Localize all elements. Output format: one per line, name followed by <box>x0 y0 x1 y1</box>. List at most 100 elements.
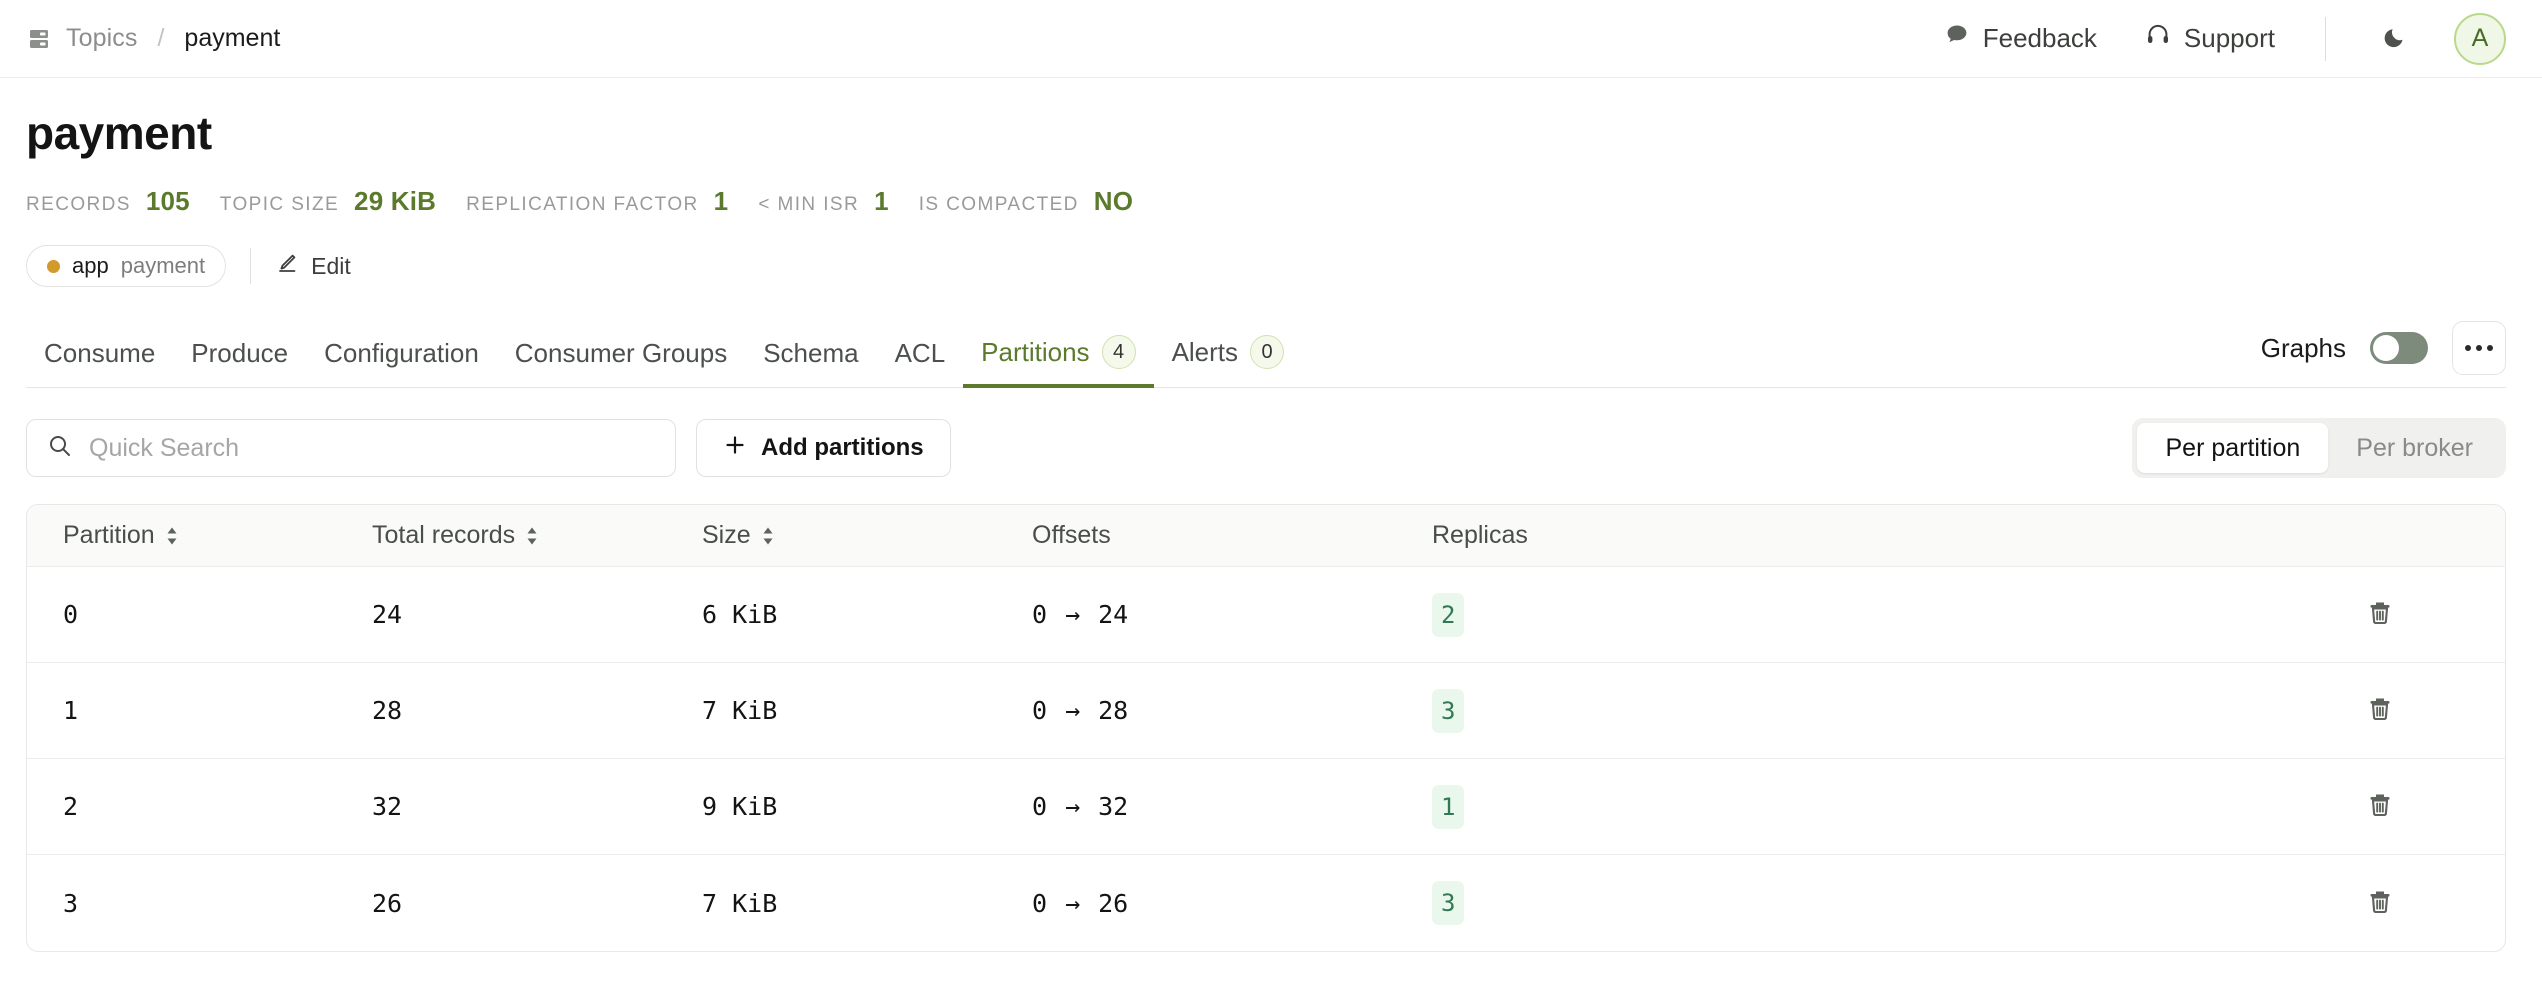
view-mode-switch: Per partition Per broker <box>2132 418 2506 478</box>
tab-alerts[interactable]: Alerts 0 <box>1154 335 1302 387</box>
stat-value: 1 <box>713 186 729 216</box>
partitions-table: Partition Total records Size Offsets Rep… <box>26 504 2506 952</box>
search-icon <box>47 433 73 464</box>
kebab-menu-icon <box>2476 345 2482 351</box>
cell-total-records: 26 <box>372 888 403 918</box>
view-mode-per-partition[interactable]: Per partition <box>2137 423 2329 473</box>
trash-icon[interactable] <box>2365 597 2395 632</box>
cell-actions <box>2365 693 2505 728</box>
tab-schema[interactable]: Schema <box>745 338 876 387</box>
table-row[interactable]: 1 28 7 KiB 0 → 28 3 <box>27 663 2505 759</box>
tab-label: Partitions <box>981 336 1090 367</box>
offset-end: 24 <box>1098 600 1129 629</box>
cell-replicas: 3 <box>1432 688 2365 733</box>
chip-key: app <box>72 253 109 278</box>
top-bar-actions: Feedback Support A <box>1920 12 2506 65</box>
graphs-label: Graphs <box>2260 332 2346 363</box>
cell-actions <box>2365 597 2505 632</box>
database-stack-icon <box>26 26 52 52</box>
avatar[interactable]: A <box>2454 12 2506 65</box>
offset-end: 32 <box>1098 792 1129 821</box>
search-input[interactable] <box>89 433 655 463</box>
chip-dot-icon <box>47 259 60 273</box>
stat-value: 105 <box>145 186 190 216</box>
column-label: Partition <box>63 521 155 549</box>
trash-icon[interactable] <box>2365 789 2395 824</box>
table-row[interactable]: 3 26 7 KiB 0 → 26 3 <box>27 855 2505 951</box>
tab-label: Consume <box>44 338 156 368</box>
chat-bubble-icon <box>1944 22 1970 55</box>
offset-start: 0 <box>1032 600 1048 629</box>
chip-value: payment <box>120 253 206 278</box>
breadcrumb-parent-link[interactable]: Topics <box>66 24 137 53</box>
tab-label: ACL <box>894 338 946 368</box>
breadcrumb-separator: / <box>157 24 165 52</box>
arrow-right-icon: → <box>1065 600 1081 629</box>
column-header-size[interactable]: Size <box>702 521 1032 550</box>
add-partitions-button[interactable]: Add partitions <box>696 419 951 477</box>
cell-size: 7 KiB <box>702 696 778 725</box>
trash-icon[interactable] <box>2365 886 2395 921</box>
offset-end: 28 <box>1098 696 1129 725</box>
tab-acl[interactable]: ACL <box>877 338 964 387</box>
view-mode-per-broker[interactable]: Per broker <box>2328 423 2501 473</box>
cell-offsets: 0 → 28 <box>1032 696 1432 725</box>
cell-replicas: 3 <box>1432 881 2365 925</box>
cell-partition: 1 <box>63 696 79 725</box>
tab-badge-count: 4 <box>1101 335 1136 369</box>
column-label: Offsets <box>1032 521 1111 549</box>
tab-partitions[interactable]: Partitions 4 <box>963 335 1154 388</box>
offset-start: 0 <box>1032 888 1048 918</box>
stat-records: RECORDS 105 <box>26 186 190 217</box>
more-options-button[interactable] <box>2452 321 2506 375</box>
stat-replication-factor: REPLICATION FACTOR 1 <box>466 186 728 217</box>
headset-icon <box>2145 22 2171 55</box>
table-row[interactable]: 0 24 6 KiB 0 → 24 2 <box>27 567 2505 663</box>
table-header-row: Partition Total records Size Offsets Rep… <box>27 505 2505 567</box>
toggle-knob <box>2373 335 2399 361</box>
column-header-total-records[interactable]: Total records <box>372 521 702 550</box>
column-header-partition[interactable]: Partition <box>27 521 372 550</box>
trash-icon[interactable] <box>2365 693 2395 728</box>
add-partitions-label: Add partitions <box>761 434 924 461</box>
stat-value: 29 KiB <box>354 186 437 216</box>
label-chip[interactable]: app payment <box>26 245 227 287</box>
sort-arrows-icon <box>525 525 539 547</box>
tabs-bar: Consume Produce Configuration Consumer G… <box>26 321 2506 388</box>
table-row[interactable]: 2 32 9 KiB 0 → 32 1 <box>27 759 2505 855</box>
support-label: Support <box>2183 23 2275 53</box>
search-box[interactable] <box>26 419 676 477</box>
breadcrumb: Topics / payment <box>26 24 280 53</box>
tab-consume[interactable]: Consume <box>26 338 173 387</box>
theme-toggle-button[interactable] <box>2352 22 2440 55</box>
stat-label: TOPIC SIZE <box>219 194 340 215</box>
replicas-badge: 3 <box>1432 881 1465 925</box>
stat-is-compacted: IS COMPACTED NO <box>919 186 1133 217</box>
avatar-initial: A <box>2471 24 2489 52</box>
tab-consumer-groups[interactable]: Consumer Groups <box>497 338 745 387</box>
edit-labels-button[interactable]: Edit <box>275 251 351 281</box>
offset-start: 0 <box>1032 696 1048 725</box>
column-label: Replicas <box>1432 521 1528 549</box>
toolbar: Add partitions Per partition Per broker <box>26 418 2506 478</box>
feedback-button[interactable]: Feedback <box>1920 22 2121 55</box>
graphs-toggle[interactable] <box>2370 332 2428 364</box>
cell-partition: 3 <box>63 888 79 918</box>
cell-size: 9 KiB <box>702 792 778 821</box>
tab-list: Consume Produce Configuration Consumer G… <box>26 335 1302 388</box>
cell-total-records: 28 <box>372 696 403 725</box>
page-body: payment RECORDS 105 TOPIC SIZE 29 KiB RE… <box>0 106 2542 952</box>
replicas-badge: 3 <box>1432 688 1465 733</box>
cell-replicas: 2 <box>1432 592 2365 637</box>
tab-configuration[interactable]: Configuration <box>306 338 497 387</box>
tab-produce[interactable]: Produce <box>173 338 306 387</box>
stat-value: 1 <box>874 186 889 216</box>
cell-partition: 0 <box>63 600 79 629</box>
view-mode-label: Per partition <box>2165 433 2301 462</box>
tabs-actions: Graphs <box>2261 321 2506 387</box>
breadcrumb-current: payment <box>184 24 281 52</box>
support-button[interactable]: Support <box>2121 22 2299 55</box>
sort-arrows-icon <box>165 525 179 547</box>
arrow-right-icon: → <box>1065 792 1081 821</box>
stat-value: NO <box>1093 186 1134 216</box>
